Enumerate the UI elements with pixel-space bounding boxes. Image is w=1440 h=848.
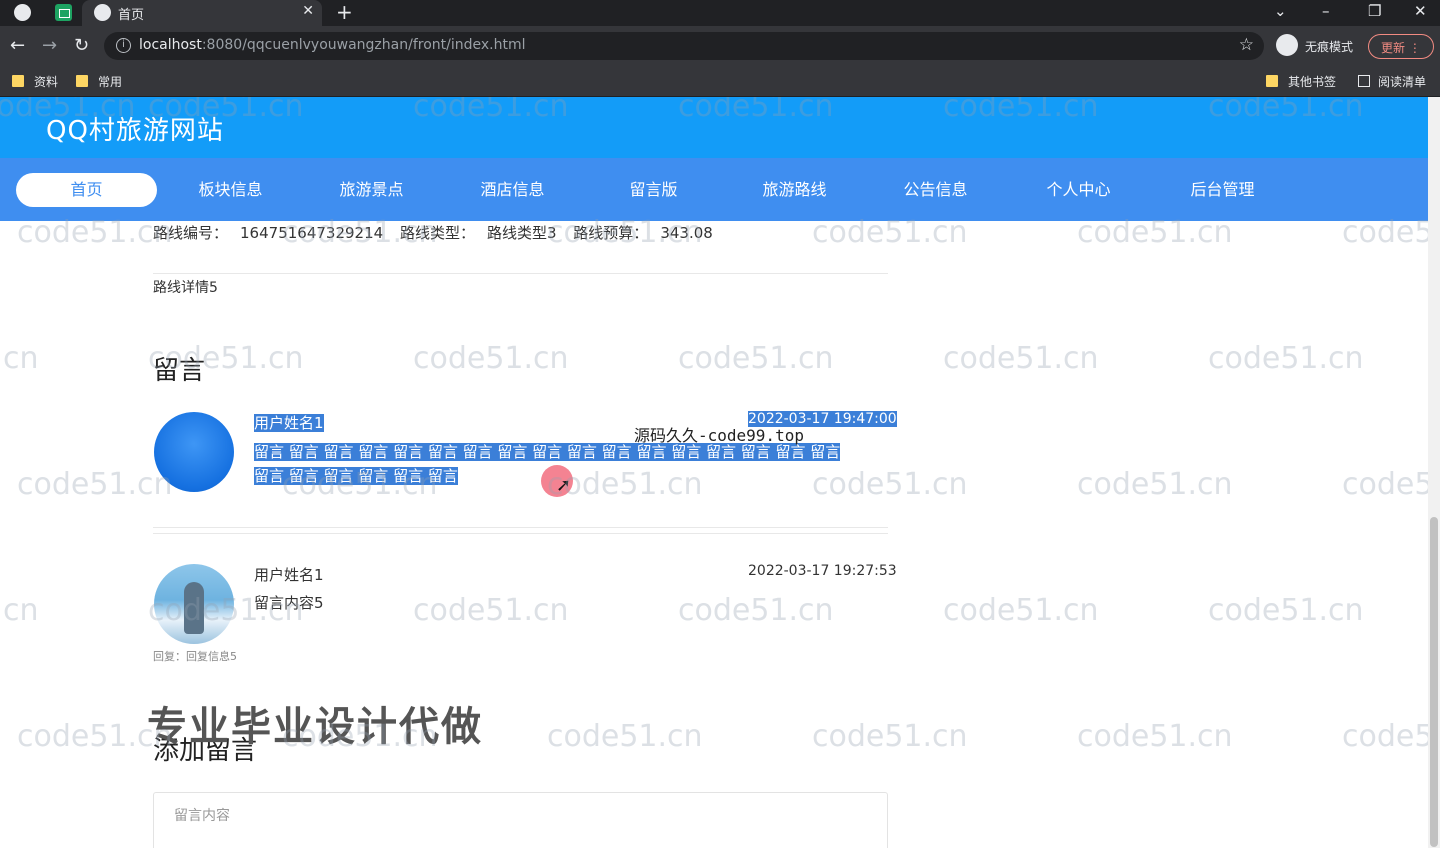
- incognito-label: 无痕模式: [1305, 40, 1354, 54]
- url-input[interactable]: i localhost:8080/qqcuenlvyouwangzhan/fro…: [104, 32, 1264, 60]
- url-text: localhost:8080/qqcuenlvyouwangzhan/front…: [139, 37, 526, 53]
- info-icon[interactable]: i: [116, 38, 131, 53]
- browser-tab-strip: 首页 ✕ + ⌄ – ❐ ✕: [0, 0, 1440, 26]
- chevron-down-icon[interactable]: ⌄: [1274, 2, 1287, 20]
- globe-icon: [94, 4, 111, 21]
- more-menu-icon[interactable]: ⋮: [1409, 41, 1421, 55]
- nav-personal-center[interactable]: 个人中心: [1008, 173, 1149, 207]
- bookmark-star-icon[interactable]: ☆: [1239, 35, 1254, 55]
- folder-icon: [1266, 75, 1278, 87]
- update-button[interactable]: 更新 ⋮: [1368, 34, 1434, 59]
- route-detail: 路线详情5: [153, 280, 218, 296]
- route-budget: 343.08: [660, 224, 713, 242]
- watermark: code51.cn: [943, 341, 1099, 376]
- active-tab[interactable]: 首页 ✕: [82, 0, 322, 26]
- mouse-cursor-icon: ➚: [556, 475, 572, 496]
- watermark: code51.cn: [678, 341, 834, 376]
- site-header: QQ村旅游网站: [0, 97, 1428, 158]
- minimize-icon[interactable]: –: [1322, 2, 1330, 20]
- reading-list-icon: [1358, 75, 1370, 87]
- comment-user-name: 用户姓名1: [254, 566, 324, 584]
- nav-home[interactable]: 首页: [16, 173, 157, 207]
- nav-message-board[interactable]: 留言版: [583, 173, 724, 207]
- watermark: code51.cn: [1077, 467, 1233, 502]
- page-scrollbar[interactable]: [1428, 97, 1440, 848]
- incognito-icon[interactable]: [1276, 34, 1298, 56]
- tab-title: 首页: [118, 8, 145, 23]
- watermark: code51.cn: [1342, 719, 1428, 754]
- bookmark-folder-ziliao[interactable]: 资料: [12, 73, 58, 90]
- close-tab-icon[interactable]: ✕: [302, 3, 314, 19]
- watermark: code51.cn: [812, 719, 968, 754]
- route-meta: 路线编号： 164751647329214 路线类型： 路线类型3 路线预算： 343…: [153, 222, 725, 243]
- avatar: [154, 412, 234, 492]
- watermark: code51.cn: [0, 593, 39, 628]
- bookmarks-bar: 资料 常用 其他书签 阅读清单: [0, 66, 1440, 97]
- route-number-label: 路线编号：: [153, 224, 229, 242]
- site-title[interactable]: QQ村旅游网站: [46, 110, 224, 147]
- watermark: code51.cn: [413, 341, 569, 376]
- route-budget-label: 路线预算：: [573, 224, 649, 242]
- back-arrow-icon[interactable]: ←: [10, 35, 25, 56]
- address-bar-row: ← → ↻ i localhost:8080/qqcuenlvyouwangzh…: [0, 26, 1440, 66]
- close-window-icon[interactable]: ✕: [1414, 2, 1427, 20]
- watermark: code51.cn: [943, 593, 1099, 628]
- divider: [153, 533, 888, 534]
- divider: [153, 527, 888, 528]
- spreadsheet-tab-icon[interactable]: [55, 4, 72, 21]
- comment-time: 2022-03-17 19:27:53: [748, 563, 897, 579]
- comment-reply: 回复：回复信息5: [153, 650, 237, 663]
- other-bookmarks[interactable]: 其他书签: [1266, 73, 1336, 90]
- source-overlay-text: 源码久久-code99.top: [634, 426, 804, 445]
- watermark: code51.cn: [0, 341, 39, 376]
- restore-icon[interactable]: ❐: [1368, 2, 1381, 20]
- page-viewport: QQ村旅游网站 首页 板块信息 旅游景点 酒店信息 留言版 旅游路线 公告信息 …: [0, 97, 1428, 848]
- nav-admin[interactable]: 后台管理: [1152, 173, 1293, 207]
- watermark: code51.cn: [547, 719, 703, 754]
- watermark: code51.cn: [1208, 341, 1364, 376]
- nav-hotels[interactable]: 酒店信息: [442, 173, 583, 207]
- divider: [153, 273, 888, 274]
- promo-overlay-text: 专业毕业设计代做: [147, 704, 483, 750]
- watermark: code51.cn: [17, 467, 173, 502]
- comment-textarea[interactable]: 留言内容: [153, 792, 888, 848]
- bookmark-folder-changyong[interactable]: 常用: [76, 73, 122, 90]
- reading-list[interactable]: 阅读清单: [1358, 73, 1426, 90]
- route-type: 路线类型3: [486, 224, 557, 242]
- forward-arrow-icon[interactable]: →: [42, 35, 57, 56]
- folder-icon: [12, 75, 24, 87]
- nav-announcements[interactable]: 公告信息: [865, 173, 1006, 207]
- avatar: [154, 564, 234, 644]
- watermark: code51.cn: [1077, 719, 1233, 754]
- comment-content: 留言内容5: [254, 594, 324, 612]
- comment-user-name: 用户姓名1: [254, 414, 324, 432]
- reload-icon[interactable]: ↻: [74, 35, 89, 56]
- new-tab-button[interactable]: +: [336, 0, 353, 24]
- comments-title: 留言: [153, 356, 206, 386]
- route-number: 164751647329214: [240, 224, 384, 242]
- globe-icon[interactable]: [14, 4, 31, 21]
- nav-travel-routes[interactable]: 旅游路线: [724, 173, 865, 207]
- watermark: code51.cn: [1342, 467, 1428, 502]
- folder-icon: [76, 75, 88, 87]
- main-nav: 首页 板块信息 旅游景点 酒店信息 留言版 旅游路线 公告信息 个人中心 后台管…: [0, 158, 1428, 221]
- scrollbar-thumb[interactable]: [1430, 517, 1438, 847]
- watermark: code51.cn: [1208, 593, 1364, 628]
- route-type-label: 路线类型：: [399, 224, 475, 242]
- nav-board-info[interactable]: 板块信息: [160, 173, 301, 207]
- nav-attractions[interactable]: 旅游景点: [301, 173, 442, 207]
